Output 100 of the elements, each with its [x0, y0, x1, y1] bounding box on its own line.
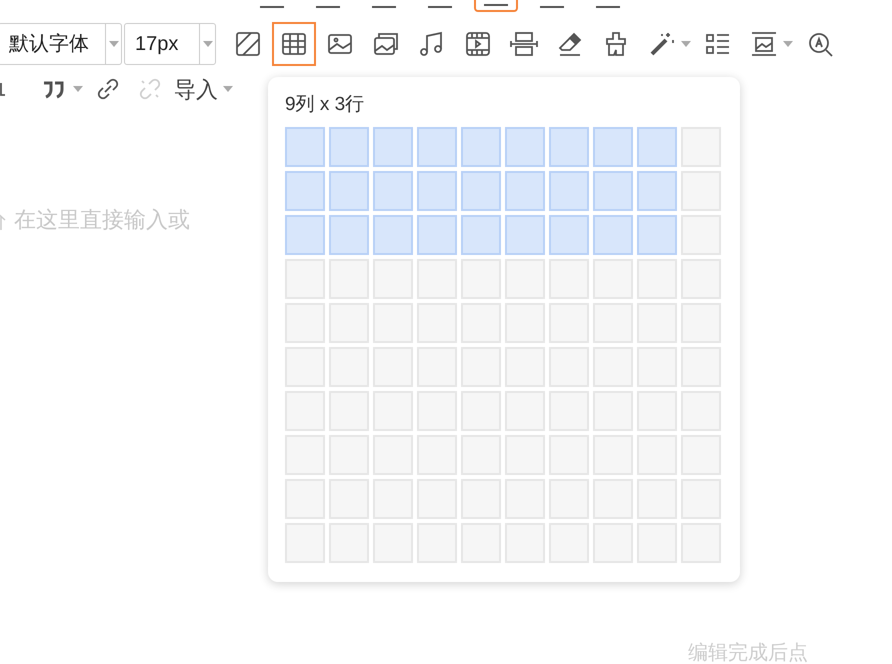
grid-cell[interactable]	[637, 523, 677, 563]
grid-cell[interactable]	[549, 391, 589, 431]
grid-cell[interactable]	[329, 479, 369, 519]
grid-cell[interactable]	[681, 523, 721, 563]
caret-icon[interactable]	[222, 85, 234, 93]
grid-cell[interactable]	[593, 215, 633, 255]
grid-cell[interactable]	[549, 523, 589, 563]
grid-cell[interactable]	[373, 435, 413, 475]
grid-cell[interactable]	[505, 171, 545, 211]
grid-cell[interactable]	[505, 215, 545, 255]
grid-cell[interactable]	[329, 303, 369, 343]
grid-cell[interactable]	[461, 435, 501, 475]
grid-cell[interactable]	[373, 171, 413, 211]
grid-cell[interactable]	[637, 435, 677, 475]
grid-cell[interactable]	[329, 391, 369, 431]
grid-cell[interactable]	[681, 171, 721, 211]
grid-cell[interactable]	[505, 303, 545, 343]
grid-cell[interactable]	[681, 303, 721, 343]
grid-cell[interactable]	[285, 479, 325, 519]
grid-cell[interactable]	[417, 435, 457, 475]
grid-cell[interactable]	[593, 347, 633, 387]
grid-cell[interactable]	[285, 171, 325, 211]
grid-cell[interactable]	[505, 259, 545, 299]
grid-cell[interactable]	[637, 127, 677, 167]
caret-icon[interactable]	[680, 40, 692, 48]
grid-cell[interactable]	[285, 259, 325, 299]
grid-cell[interactable]	[373, 259, 413, 299]
grid-cell[interactable]	[329, 523, 369, 563]
grid-cell[interactable]	[549, 347, 589, 387]
grid-cell[interactable]	[549, 127, 589, 167]
grid-cell[interactable]	[593, 171, 633, 211]
grid-cell[interactable]	[637, 391, 677, 431]
font-family-select[interactable]: 默认字体	[0, 23, 122, 65]
toolbar-button[interactable]	[474, 0, 518, 12]
grid-cell[interactable]	[681, 215, 721, 255]
grid-cell[interactable]	[505, 391, 545, 431]
grid-cell[interactable]	[417, 215, 457, 255]
grid-cell[interactable]	[373, 347, 413, 387]
grid-cell[interactable]	[549, 259, 589, 299]
grid-cell[interactable]	[285, 127, 325, 167]
grid-cell[interactable]	[549, 215, 589, 255]
grid-cell[interactable]	[549, 303, 589, 343]
grid-cell[interactable]	[593, 259, 633, 299]
grid-cell[interactable]	[417, 523, 457, 563]
grid-cell[interactable]	[285, 523, 325, 563]
grid-cell[interactable]	[417, 259, 457, 299]
grid-cell[interactable]	[637, 259, 677, 299]
grid-cell[interactable]	[681, 127, 721, 167]
caret-icon[interactable]	[782, 40, 794, 48]
grid-cell[interactable]	[681, 259, 721, 299]
grid-cell[interactable]	[329, 215, 369, 255]
grid-cell[interactable]	[285, 347, 325, 387]
grid-cell[interactable]	[285, 215, 325, 255]
grid-cell[interactable]	[329, 347, 369, 387]
caret-icon[interactable]	[72, 85, 84, 93]
grid-cell[interactable]	[637, 479, 677, 519]
grid-cell[interactable]	[461, 215, 501, 255]
grid-cell[interactable]	[681, 391, 721, 431]
grid-cell[interactable]	[637, 303, 677, 343]
grid-cell[interactable]	[461, 127, 501, 167]
grid-cell[interactable]	[461, 523, 501, 563]
grid-cell[interactable]	[461, 303, 501, 343]
toolbar-button[interactable]	[272, 22, 316, 66]
grid-cell[interactable]	[505, 347, 545, 387]
grid-cell[interactable]	[373, 127, 413, 167]
grid-cell[interactable]	[549, 435, 589, 475]
caret-icon[interactable]	[108, 40, 120, 48]
grid-cell[interactable]	[593, 127, 633, 167]
grid-cell[interactable]	[637, 171, 677, 211]
grid-cell[interactable]	[637, 347, 677, 387]
grid-cell[interactable]	[417, 127, 457, 167]
grid-cell[interactable]	[593, 523, 633, 563]
grid-cell[interactable]	[505, 127, 545, 167]
grid-cell[interactable]	[505, 523, 545, 563]
grid-cell[interactable]	[329, 127, 369, 167]
grid-cell[interactable]	[461, 171, 501, 211]
grid-cell[interactable]	[417, 391, 457, 431]
grid-cell[interactable]	[681, 347, 721, 387]
grid-cell[interactable]	[285, 391, 325, 431]
grid-cell[interactable]	[593, 479, 633, 519]
caret-icon[interactable]	[202, 40, 214, 48]
grid-cell[interactable]	[285, 303, 325, 343]
grid-cell[interactable]	[417, 171, 457, 211]
grid-cell[interactable]	[505, 479, 545, 519]
grid-cell[interactable]	[373, 391, 413, 431]
grid-cell[interactable]	[329, 259, 369, 299]
import-menu[interactable]: 导入	[174, 72, 234, 106]
grid-cell[interactable]	[681, 479, 721, 519]
grid-cell[interactable]	[681, 435, 721, 475]
grid-cell[interactable]	[417, 479, 457, 519]
grid-cell[interactable]	[461, 391, 501, 431]
grid-cell[interactable]	[329, 435, 369, 475]
grid-cell[interactable]	[329, 171, 369, 211]
grid-cell[interactable]	[461, 259, 501, 299]
grid-cell[interactable]	[373, 523, 413, 563]
grid-cell[interactable]	[373, 479, 413, 519]
grid-cell[interactable]	[373, 215, 413, 255]
grid-cell[interactable]	[593, 303, 633, 343]
grid-cell[interactable]	[637, 215, 677, 255]
grid-cell[interactable]	[285, 435, 325, 475]
